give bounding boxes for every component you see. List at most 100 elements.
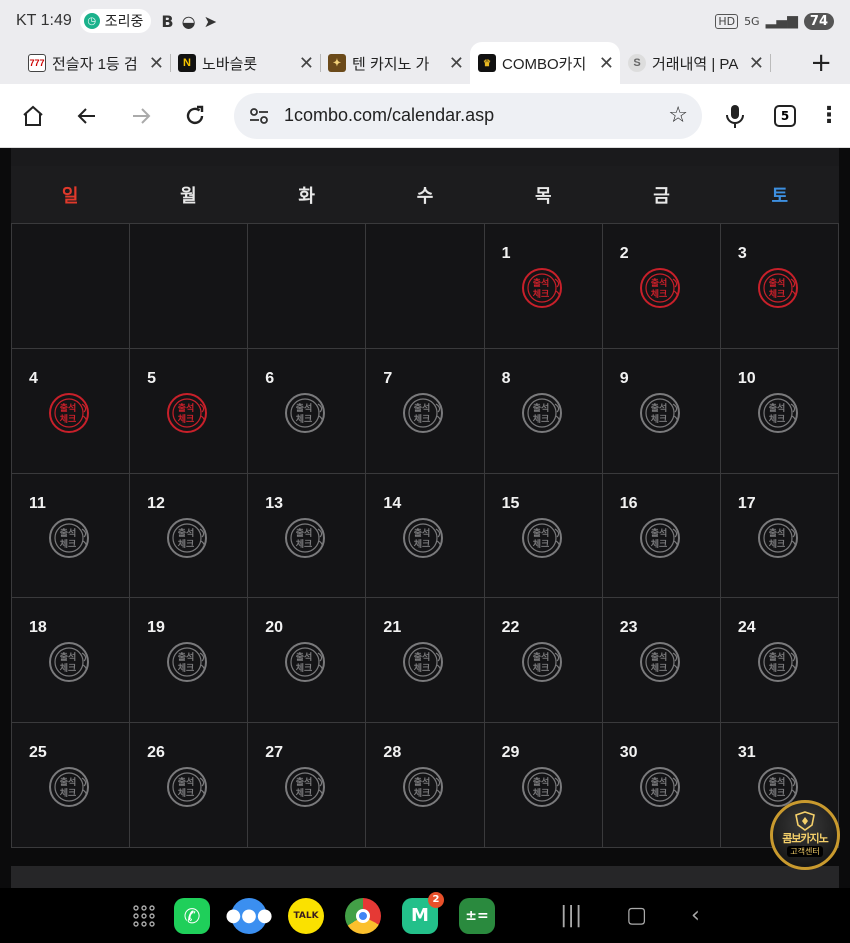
chrome-app-icon[interactable]: [345, 897, 381, 934]
calendar-day-16[interactable]: 16 출석 체크: [602, 473, 721, 599]
kakaotalk-app-icon[interactable]: TALK: [288, 897, 324, 934]
customer-center-badge[interactable]: 콤보카지노 고객센터: [770, 800, 840, 870]
bookmark-star-icon[interactable]: ☆: [668, 103, 688, 128]
svg-text:출석: 출석: [769, 277, 786, 289]
svg-text:출석: 출석: [60, 776, 77, 788]
game-app-icon[interactable]: M 2: [402, 891, 444, 934]
cooking-timer-pill[interactable]: ◷ 조리중: [79, 9, 152, 33]
svg-text:체크: 체크: [60, 538, 77, 550]
calendar-day-25[interactable]: 25 출석 체크: [12, 723, 131, 848]
calendar-day-26[interactable]: 26 출석 체크: [130, 723, 249, 848]
tab-title: 거래내역 | PA: [652, 55, 739, 73]
svg-text:체크: 체크: [60, 662, 77, 674]
close-tab-icon[interactable]: ✕: [299, 53, 314, 74]
calendar-day-29[interactable]: 29 출석 체크: [484, 723, 603, 848]
calendar-day-1[interactable]: 1 출석 체크: [484, 224, 603, 349]
back-arrow-icon[interactable]: [66, 95, 108, 137]
tab-1[interactable]: 777 전슬자 1등 검 ✕: [20, 42, 171, 84]
weekday-sun: 일: [61, 185, 79, 207]
calendar-day-17[interactable]: 17 출석 체크: [720, 473, 839, 599]
tab-5[interactable]: S 거래내역 | PA ✕: [620, 42, 771, 84]
calendar-day-13[interactable]: 13 출석 체크: [248, 473, 367, 599]
recents-button-icon[interactable]: |||: [560, 903, 582, 928]
badge-subtitle: 고객센터: [787, 845, 823, 857]
calendar-day-27[interactable]: 27 출석 체크: [248, 723, 367, 848]
day-number: 17: [737, 494, 756, 512]
new-tab-icon[interactable]: +: [810, 48, 832, 78]
svg-text:체크: 체크: [532, 538, 549, 550]
tab-4-active[interactable]: ♛ COMBO카지 ✕: [470, 42, 620, 84]
svg-text:체크: 체크: [769, 538, 786, 550]
calendar-day-9[interactable]: 9 출석 체크: [602, 348, 721, 474]
calendar-day-6[interactable]: 6 출석 체크: [248, 348, 367, 474]
calendar-day-30[interactable]: 30 출석 체크: [602, 723, 721, 848]
site-settings-icon[interactable]: [248, 105, 270, 127]
close-tab-icon[interactable]: ✕: [749, 53, 764, 74]
calendar-day-18[interactable]: 18 출석 체크: [12, 598, 131, 724]
shield-icon: [795, 811, 815, 831]
day-number: 24: [737, 619, 756, 637]
combo-logo-icon: ♛: [478, 54, 496, 72]
reload-icon[interactable]: [174, 95, 216, 137]
calendar-day-5[interactable]: 5 출석 체크: [130, 348, 249, 474]
svg-text:출석: 출석: [532, 402, 549, 414]
svg-text:출석: 출석: [769, 402, 786, 414]
calendar-day-23[interactable]: 23 출석 체크: [602, 598, 721, 724]
tab-title: 텐 카지노 가: [352, 55, 430, 73]
calendar-day-14[interactable]: 14 출석 체크: [366, 473, 485, 599]
day-number: 12: [147, 494, 165, 512]
tab-switcher-button[interactable]: 5: [774, 104, 796, 127]
home-button-icon[interactable]: ▢: [626, 903, 647, 928]
calendar-day-19[interactable]: 19 출석 체크: [130, 598, 249, 724]
calendar-day-8[interactable]: 8 출석 체크: [484, 348, 603, 474]
calculator-app-icon[interactable]: ±=: [459, 897, 495, 934]
calendar-day-3[interactable]: 3 출석 체크: [720, 224, 839, 349]
network-type: 5G: [744, 14, 760, 28]
close-tab-icon[interactable]: ✕: [149, 53, 164, 74]
day-number: 8: [501, 369, 511, 387]
day-number: 30: [619, 744, 638, 762]
calendar-day-2[interactable]: 2 출석 체크: [602, 224, 721, 349]
calendar-day-10[interactable]: 10 출석 체크: [720, 348, 839, 474]
calendar-day-21[interactable]: 21 출석 체크: [366, 598, 485, 724]
browser-tab-strip: 777 전슬자 1등 검 ✕ N 노바슬롯 ✕ ✦ 텐 카지노 가 ✕ ♛ CO…: [0, 42, 850, 84]
microphone-icon[interactable]: [714, 95, 756, 137]
app-drawer-icon[interactable]: [132, 904, 156, 928]
calendar-day-20[interactable]: 20 출석 체크: [248, 598, 367, 724]
svg-text:출석: 출석: [650, 527, 667, 539]
calendar-day-22[interactable]: 22 출석 체크: [484, 598, 603, 724]
back-button-icon[interactable]: ‹: [691, 903, 700, 928]
system-nav-bar: ✆ ●●● TALK M 2 ±= ||| ▢ ‹: [0, 888, 850, 943]
svg-text:출석: 출석: [60, 402, 77, 414]
svg-text:출석: 출석: [532, 776, 549, 788]
url-field[interactable]: 1combo.com/calendar.asp ☆: [234, 92, 702, 139]
calendar-day-4[interactable]: 4 출석 체크: [12, 348, 131, 474]
phone-app-icon[interactable]: ✆: [174, 897, 210, 934]
home-icon[interactable]: [12, 95, 54, 137]
weekday-header: 일 월 화 수 목 금 토: [11, 166, 839, 223]
forward-arrow-icon[interactable]: [120, 95, 162, 137]
tab-2[interactable]: N 노바슬롯 ✕: [170, 42, 321, 84]
svg-text:출석: 출석: [650, 651, 667, 663]
calendar-day-24[interactable]: 24 출석 체크: [720, 598, 839, 724]
calendar-day-28[interactable]: 28 출석 체크: [366, 723, 485, 848]
more-menu-icon[interactable]: ⋮: [818, 103, 840, 128]
close-tab-icon[interactable]: ✕: [599, 53, 614, 74]
calendar-day-15[interactable]: 15 출석 체크: [484, 473, 603, 599]
close-tab-icon[interactable]: ✕: [449, 53, 464, 74]
day-number: 15: [501, 494, 520, 512]
messages-app-icon[interactable]: ●●●: [225, 897, 273, 934]
calendar-day-7[interactable]: 7 출석 체크: [366, 348, 485, 474]
kakao-label: TALK: [293, 910, 319, 921]
day-number: 19: [147, 619, 165, 637]
day-number: 11: [29, 494, 46, 512]
page-icon: S: [628, 54, 646, 72]
tab-3[interactable]: ✦ 텐 카지노 가 ✕: [320, 42, 470, 84]
calendar-day-12[interactable]: 12 출석 체크: [130, 473, 249, 599]
day-number: 5: [147, 369, 157, 387]
day-number: 14: [383, 494, 402, 512]
calendar-day-11[interactable]: 11 출석 체크: [12, 473, 131, 599]
status-bar: KT 1:49 ◷ 조리중 B ◒ ➤ HD 5G ▂▄▆ 74: [0, 0, 850, 42]
svg-text:출석: 출석: [296, 402, 313, 414]
day-number: 27: [265, 744, 284, 762]
